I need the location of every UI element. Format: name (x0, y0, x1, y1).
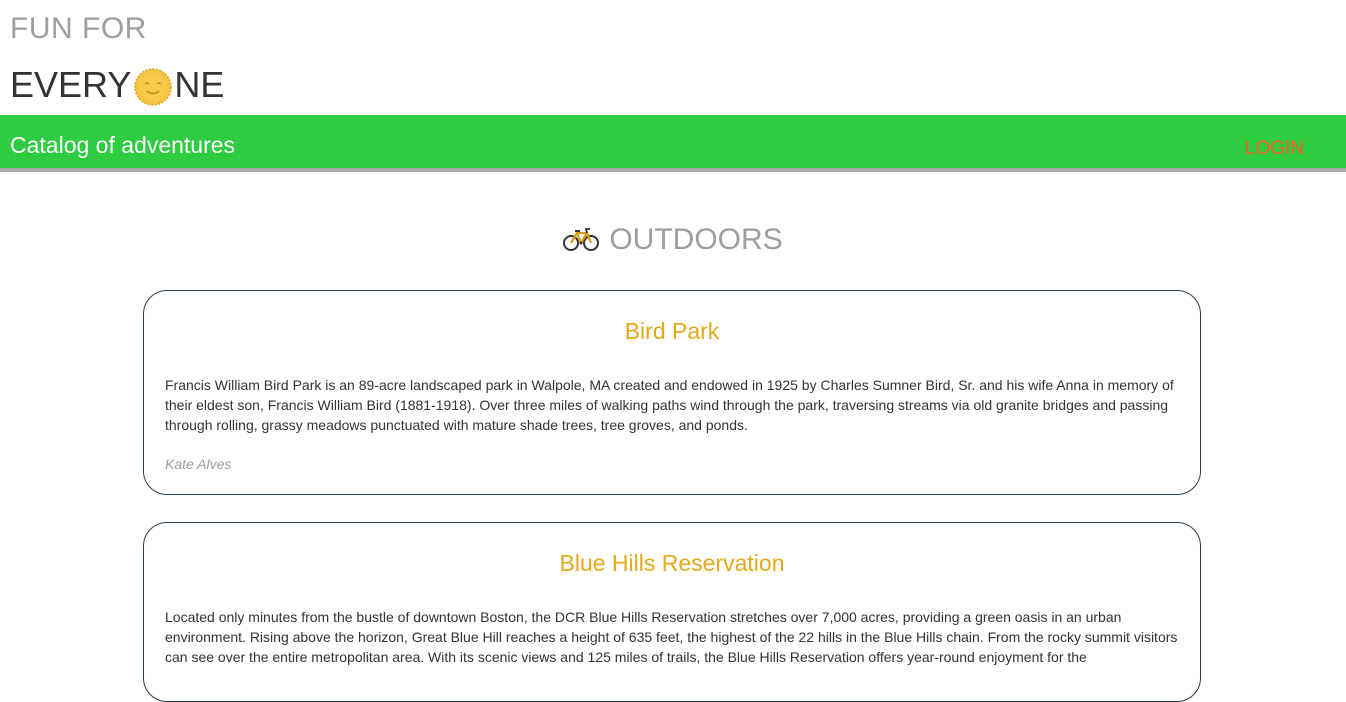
site-header: FUN FOR EVERY NE (0, 0, 1346, 115)
brand-ne-text: NE (174, 64, 225, 105)
adventure-title[interactable]: Bird Park (144, 317, 1200, 345)
login-link[interactable]: LOGIN (1245, 137, 1304, 161)
brand-line-1: FUN FOR (10, 12, 147, 45)
section-header: OUTDOORS (0, 222, 1346, 258)
section-title: OUTDOORS (609, 223, 783, 256)
sun-smiley-icon (133, 67, 173, 107)
bicycle-icon (563, 225, 600, 252)
brand-every-text: EVERY (10, 64, 132, 105)
top-navbar: Catalog of adventures LOGIN (0, 115, 1346, 172)
adventure-card[interactable]: Blue Hills Reservation Located only minu… (143, 522, 1201, 702)
adventure-description: Francis William Bird Park is an 89-acre … (165, 377, 1174, 433)
brand-line-2[interactable]: EVERY NE (10, 64, 225, 107)
adventure-card[interactable]: Bird Park Francis William Bird Park is a… (143, 290, 1201, 495)
adventure-title[interactable]: Blue Hills Reservation (144, 549, 1200, 577)
adventure-author: Kate Alves (165, 456, 232, 472)
adventure-description: Located only minutes from the bustle of … (165, 609, 1178, 665)
nav-title[interactable]: Catalog of adventures (10, 131, 235, 159)
